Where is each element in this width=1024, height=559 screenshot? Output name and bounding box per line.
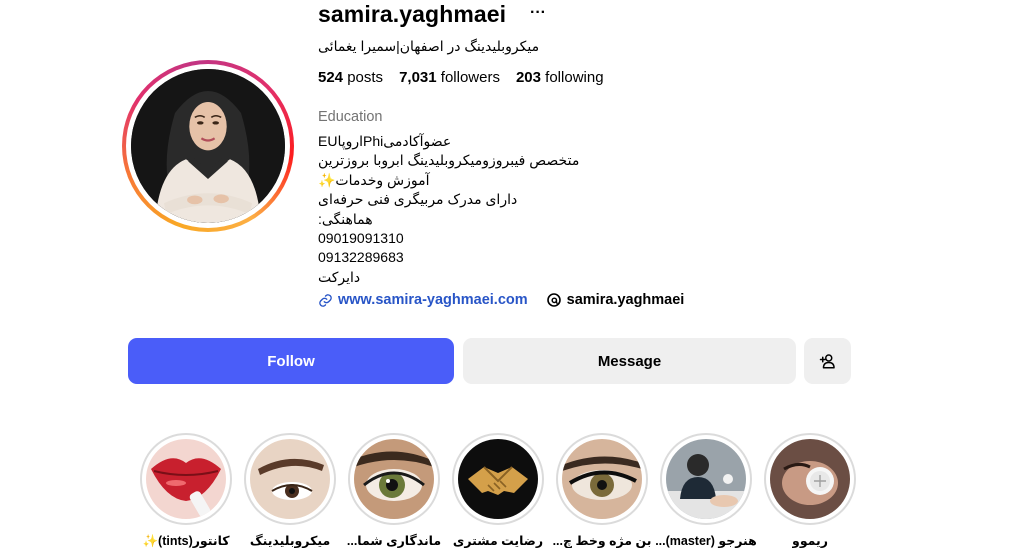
profile-username: samira.yaghmaei bbox=[318, 1, 507, 27]
story-highlights: کانتور(tints)✨ میکروبلیدینگ ماندگاری شما… bbox=[140, 433, 856, 549]
posts-stat[interactable]: 524 posts bbox=[318, 69, 383, 86]
student-thumbnail bbox=[666, 439, 746, 519]
profile-bio: عضوآکادمیPhiاروپاEU متخصص فیبروزومیکروبل… bbox=[318, 132, 598, 287]
website-link-text: www.samira-yaghmaei.com bbox=[338, 292, 528, 308]
highlight-item[interactable]: بن مژه وخط چ... bbox=[553, 433, 651, 549]
followers-label: followers bbox=[440, 69, 500, 86]
highlight-label: هنرجو (master)... bbox=[655, 534, 757, 548]
bio-line: هماهنگی: bbox=[318, 210, 373, 227]
bio-line: دایرکت bbox=[318, 268, 361, 285]
message-button[interactable]: Message bbox=[463, 338, 796, 384]
highlight-label: بن مژه وخط چ... bbox=[552, 534, 652, 548]
highlight-item[interactable]: میکروبلیدینگ bbox=[244, 433, 336, 549]
profile-avatar[interactable] bbox=[122, 60, 294, 232]
website-link[interactable]: www.samira-yaghmaei.com bbox=[318, 292, 528, 308]
bio-line: متخصص فیبروزومیکروبلیدینگ ابروبا بروزتری… bbox=[318, 152, 580, 169]
highlight-item[interactable]: ریموو bbox=[764, 433, 856, 549]
highlight-label: ریموو bbox=[792, 534, 828, 548]
avatar-photo bbox=[131, 69, 285, 223]
posts-label: posts bbox=[347, 69, 384, 86]
suggested-users-button[interactable] bbox=[804, 338, 851, 384]
follow-button[interactable]: Follow bbox=[128, 338, 454, 384]
profile-category: Education bbox=[318, 109, 383, 125]
highlight-label: کانتور(tints)✨ bbox=[142, 534, 230, 548]
followers-stat[interactable]: 7,031 followers bbox=[399, 69, 500, 86]
profile-links: www.samira-yaghmaei.com samira.yaghmaei bbox=[318, 292, 684, 308]
highlight-label: ماندگاری شما... bbox=[346, 534, 442, 548]
lips-thumbnail bbox=[146, 439, 226, 519]
link-icon bbox=[319, 293, 332, 307]
highlight-item[interactable]: کانتور(tints)✨ bbox=[140, 433, 232, 549]
bio-line: دارای مدرک مربیگری فنی حرفه‌ای bbox=[318, 191, 518, 208]
highlight-item[interactable]: رضایت مشتری bbox=[452, 433, 544, 549]
profile-full-name: میکروبلیدینگ در اصفهان|سمیرا یغمائی bbox=[318, 38, 540, 54]
bio-phone: 09019091310 bbox=[318, 229, 404, 246]
highlight-label: رضایت مشتری bbox=[452, 534, 544, 548]
eyebrow-thumbnail bbox=[250, 439, 330, 519]
followers-count: 7,031 bbox=[399, 69, 437, 86]
posts-count: 524 bbox=[318, 69, 344, 86]
highlight-item[interactable]: هنرجو (master)... bbox=[655, 433, 757, 549]
avatar-portrait-image bbox=[131, 69, 285, 223]
remove-thumbnail bbox=[770, 439, 850, 519]
highlight-item[interactable]: ماندگاری شما... bbox=[346, 433, 442, 549]
eye-thumbnail bbox=[354, 439, 434, 519]
threads-handle: samira.yaghmaei bbox=[566, 292, 685, 308]
bio-phone: 09132289683 bbox=[318, 249, 404, 266]
following-count: 203 bbox=[515, 69, 541, 86]
handshake-thumbnail bbox=[458, 439, 538, 519]
following-label: following bbox=[545, 69, 604, 86]
following-stat[interactable]: 203 following bbox=[516, 69, 604, 86]
bio-line: آموزش وخدمات✨ bbox=[318, 171, 430, 188]
add-user-icon bbox=[819, 354, 835, 369]
threads-link[interactable]: samira.yaghmaei bbox=[546, 292, 685, 308]
eyeliner-thumbnail bbox=[562, 439, 642, 519]
more-options-icon[interactable]: ··· bbox=[530, 4, 546, 22]
profile-stats: 524 posts 7,031 followers 203 following bbox=[318, 69, 604, 86]
threads-icon bbox=[546, 293, 561, 307]
bio-line: عضوآکادمیPhiاروپاEU bbox=[318, 133, 452, 149]
highlight-label: میکروبلیدینگ bbox=[249, 534, 331, 548]
